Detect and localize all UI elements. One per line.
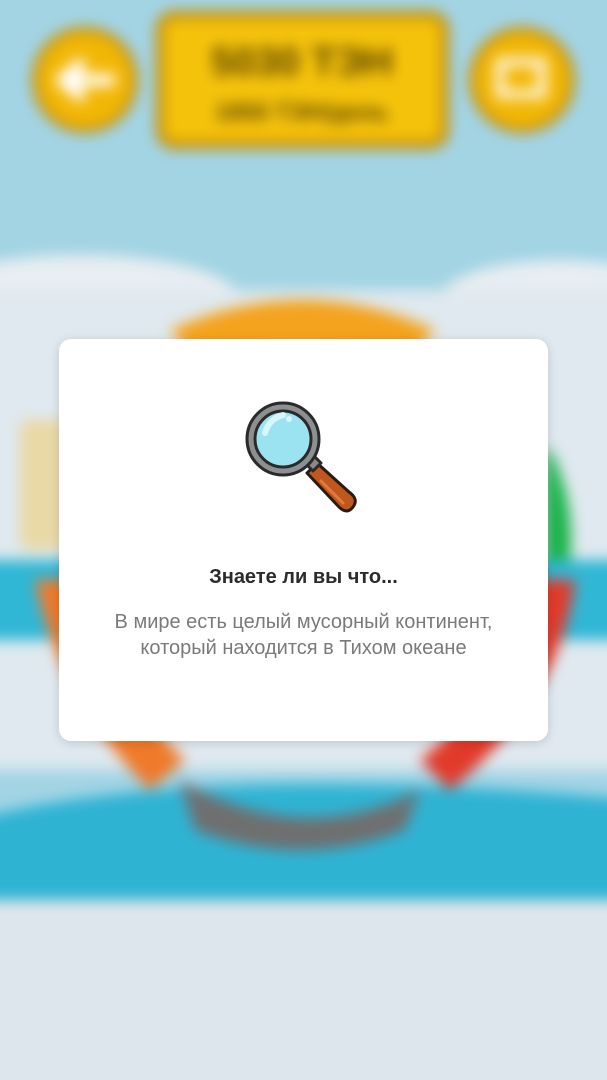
dialog-title: Знаете ли вы что... xyxy=(209,566,398,588)
screen: 5030 ТЭН 1850 ТЭН/день Знаете ли вы что.… xyxy=(0,0,607,1080)
hud-points: 5030 ТЭН xyxy=(211,40,393,84)
dialog-message: В мире есть целый мусорный континент, ко… xyxy=(114,611,493,659)
hud-points-sub: 1850 ТЭН/день xyxy=(215,99,389,126)
magnifier-icon xyxy=(243,397,363,521)
did-you-know-dialog[interactable]: Знаете ли вы что... В мире есть целый му… xyxy=(59,339,548,741)
